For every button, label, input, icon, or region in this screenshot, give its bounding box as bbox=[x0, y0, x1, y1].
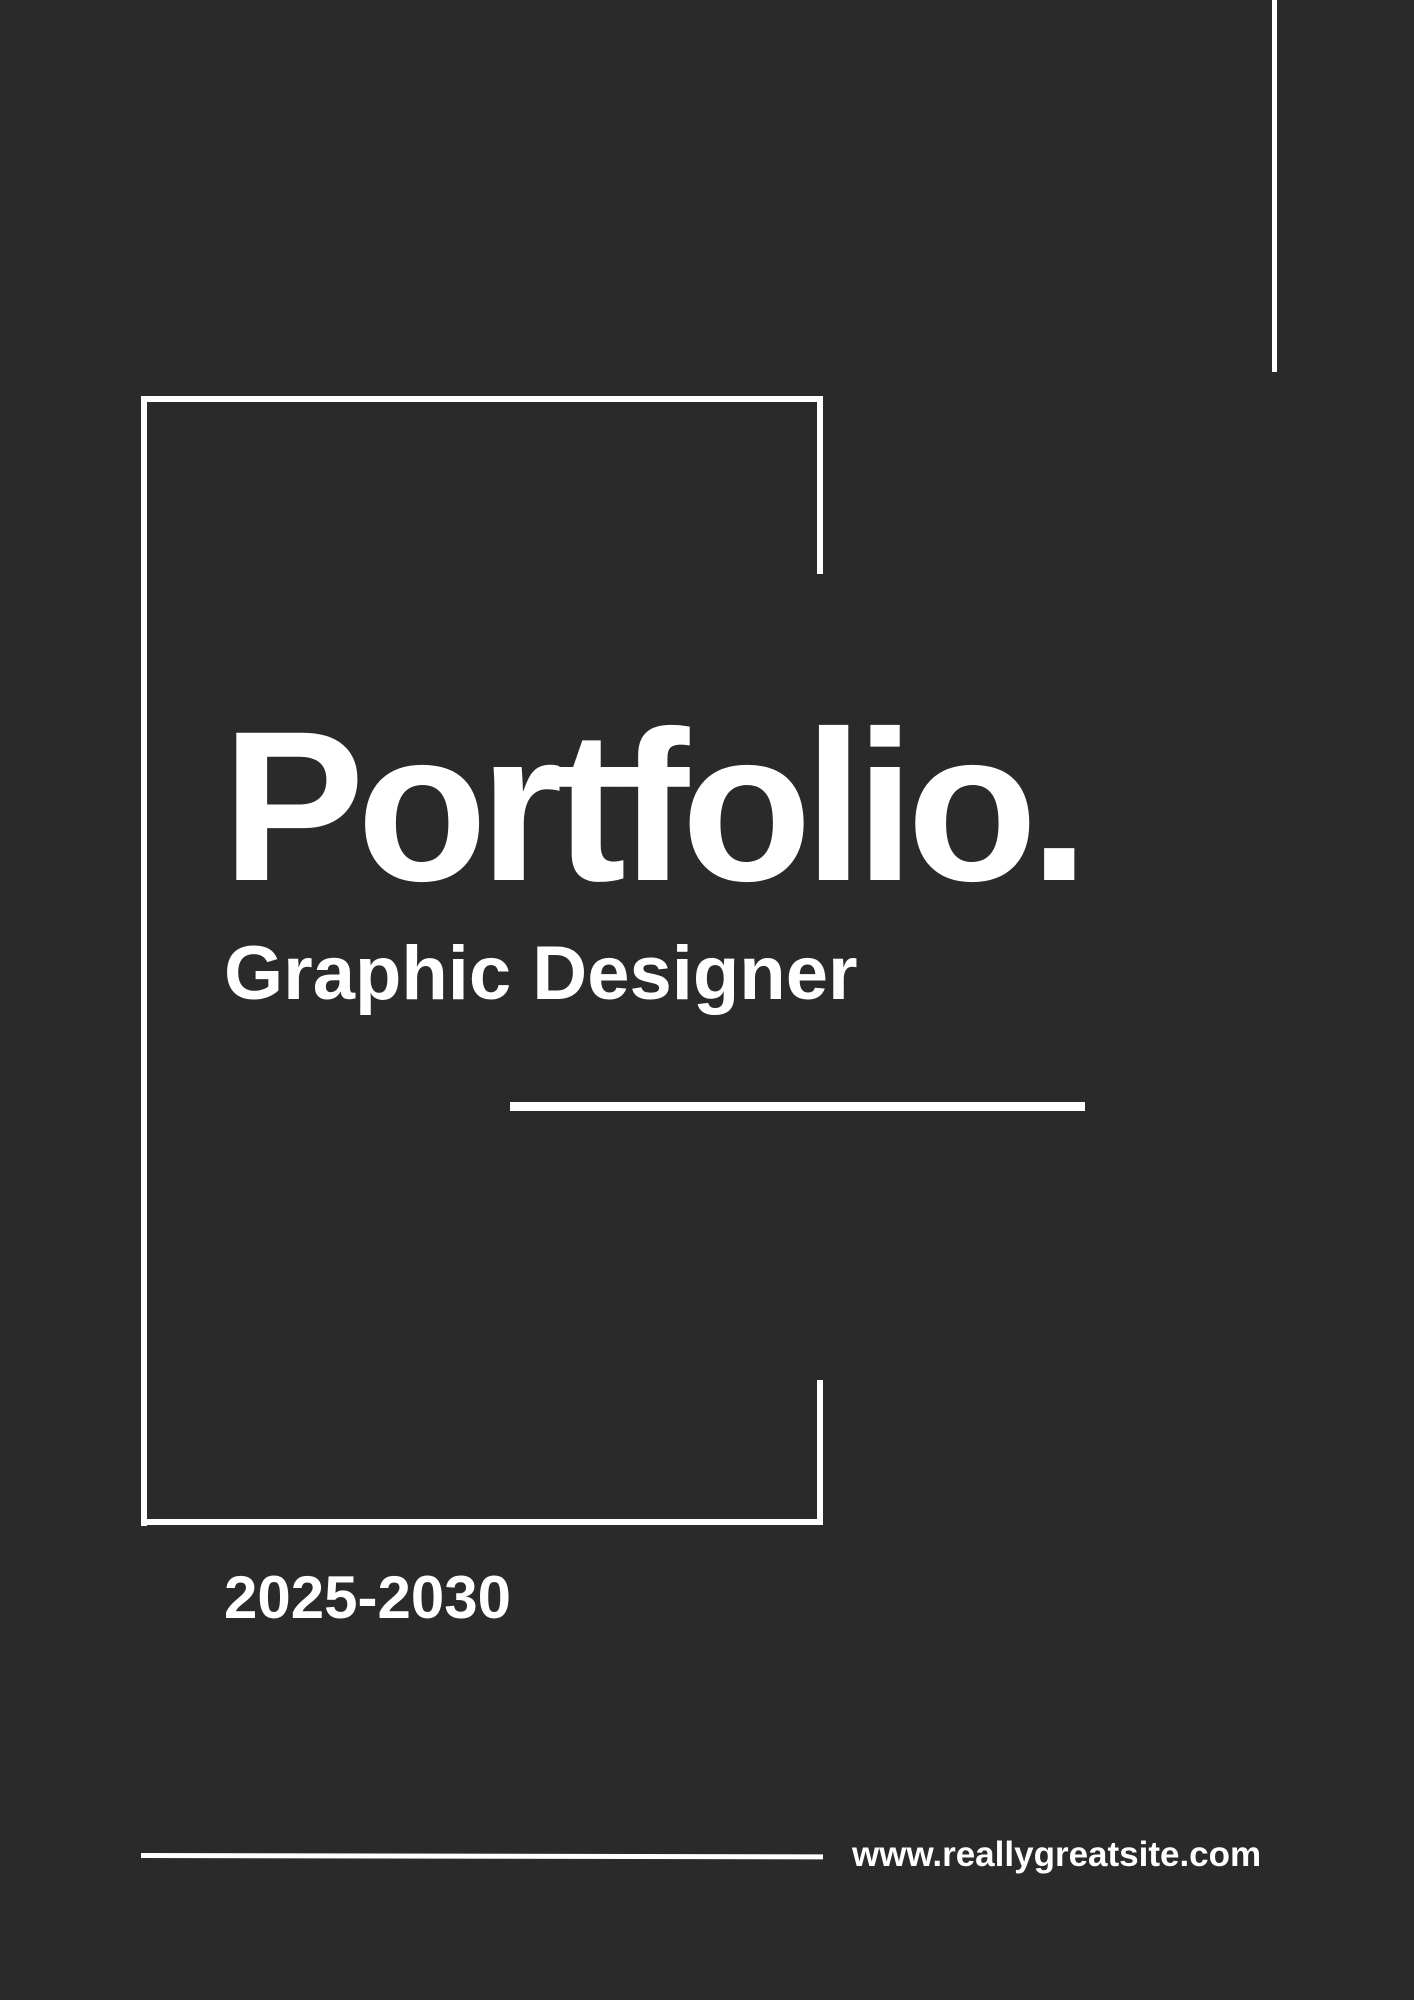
top-right-decorative-line bbox=[1272, 0, 1277, 372]
frame-right-top-stub bbox=[817, 396, 823, 574]
frame-right-bottom-stub bbox=[817, 1380, 823, 1525]
website-link[interactable]: www.reallygreatsite.com bbox=[852, 1835, 1261, 1875]
middle-decorative-line bbox=[510, 1102, 1085, 1111]
bottom-decorative-line bbox=[140, 1853, 824, 1860]
portfolio-cover-page: Portfolio. Graphic Designer 2025-2030 ww… bbox=[0, 0, 1414, 2000]
frame-bottom-border bbox=[141, 1519, 823, 1525]
page-subtitle: Graphic Designer bbox=[224, 931, 858, 1016]
frame-left-border bbox=[141, 396, 147, 1526]
year-range: 2025-2030 bbox=[224, 1564, 511, 1631]
frame-top-border bbox=[141, 396, 823, 402]
page-title: Portfolio. bbox=[222, 687, 1089, 926]
